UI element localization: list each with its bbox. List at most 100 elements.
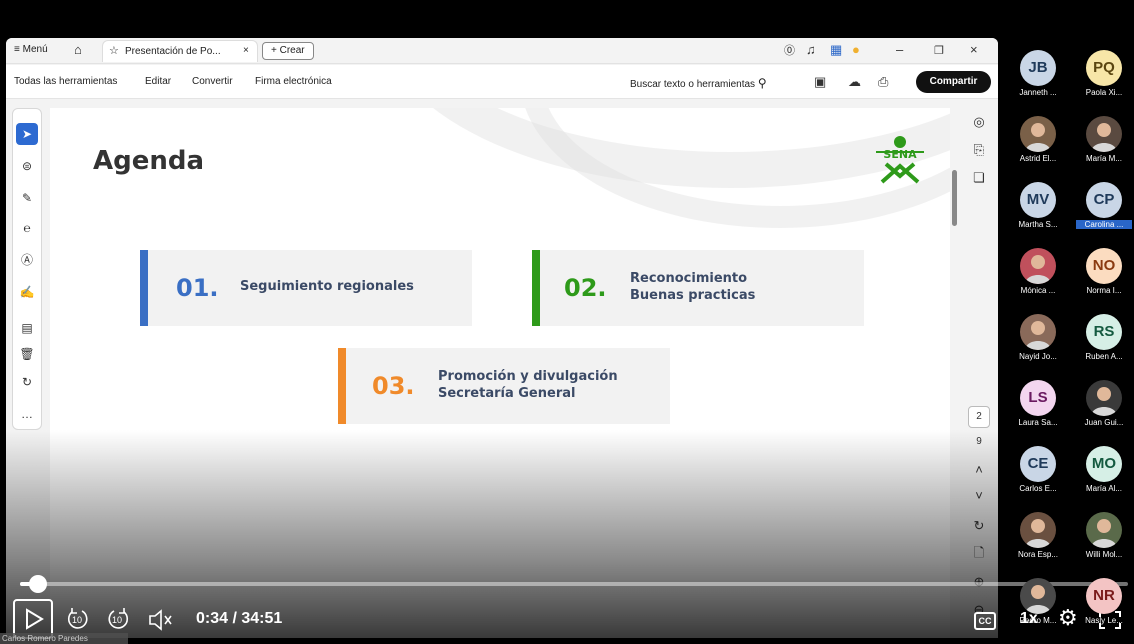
signature-icon[interactable]: ✍ <box>16 281 38 303</box>
page-up-icon[interactable]: ˄ <box>968 462 990 477</box>
participant-photo <box>1020 248 1056 284</box>
menu-button[interactable]: ≡ Menú <box>14 44 48 55</box>
minimize-icon[interactable]: – <box>896 42 903 57</box>
lasso-icon[interactable]: ℮ <box>16 217 38 239</box>
select-cursor-icon[interactable]: ➤ <box>16 123 38 145</box>
participant-tile[interactable]: Willi Mol... <box>1076 508 1132 568</box>
participant-name: Carolina ... <box>1076 220 1132 229</box>
mute-button[interactable] <box>146 607 174 633</box>
participant-name: Paola Xi... <box>1085 88 1123 97</box>
rewind-seconds: 10 <box>72 615 83 625</box>
tab-close-icon[interactable]: × <box>243 45 249 56</box>
current-page-box[interactable]: 2 <box>968 406 990 428</box>
edit-menu[interactable]: Editar <box>145 76 171 87</box>
agenda-item-number: 02. <box>564 274 607 302</box>
close-icon[interactable]: × <box>970 42 978 57</box>
share-button[interactable]: Compartir <box>916 71 991 93</box>
participant-photo <box>1086 116 1122 152</box>
participant-tile[interactable]: JB Janneth ... <box>1010 46 1066 106</box>
upload-cloud-icon[interactable]: ☁ <box>848 74 861 90</box>
search-tools-button[interactable]: Buscar texto o herramientas ⚲ <box>630 76 767 90</box>
rotate-icon[interactable]: ↻ <box>16 371 38 393</box>
bell-icon[interactable]: ♫ <box>806 42 816 57</box>
participant-tile[interactable]: María M... <box>1076 112 1132 172</box>
document-tab[interactable]: ☆ Presentación de Po... × <box>102 40 258 62</box>
participant-name: Astrid El... <box>1019 154 1057 163</box>
all-tools-menu[interactable]: Todas las herramientas <box>14 76 117 87</box>
participant-tile[interactable]: CP Carolina ... <box>1076 178 1132 238</box>
refresh-icon[interactable]: ↻ <box>968 518 990 534</box>
agenda-item-text: Promoción y divulgación Secretaría Genera… <box>438 368 618 402</box>
participant-name: Nasly Le... <box>1085 616 1123 625</box>
comment-icon[interactable]: ⊜ <box>16 155 38 177</box>
star-icon[interactable]: ☆ <box>109 44 119 57</box>
participant-avatar: MV <box>1020 182 1056 218</box>
pages-icon[interactable]: ❏ <box>968 170 990 186</box>
agenda-item-accent <box>338 348 346 424</box>
menu-label: Menú <box>22 44 48 55</box>
forward-seconds: 10 <box>112 615 123 625</box>
help-icon[interactable]: ⓪ <box>784 42 795 58</box>
captions-button[interactable]: CC <box>974 612 996 630</box>
participant-tile[interactable]: NR Nasly Le... <box>1076 574 1132 634</box>
comments-icon[interactable]: ⎘ <box>968 142 990 158</box>
forward-10-button[interactable]: 10 <box>104 606 132 634</box>
participant-photo <box>1020 578 1056 614</box>
agenda-item-line1: Promoción y divulgación <box>438 369 618 384</box>
ai-assistant-icon[interactable]: ◎ <box>968 114 990 130</box>
participant-photo <box>1086 512 1122 548</box>
progress-bar[interactable] <box>20 575 1128 593</box>
vertical-scrollbar[interactable] <box>952 170 957 226</box>
form-icon[interactable]: ▤ <box>16 317 38 339</box>
participant-name: Martha S... <box>1018 220 1058 229</box>
agenda-item-3: 03. Promoción y divulgación Secretaría Ge… <box>338 348 670 424</box>
pen-icon[interactable]: ✎ <box>16 187 38 209</box>
progress-scrubber[interactable] <box>29 575 48 593</box>
participant-tile[interactable]: CE Carlos E... <box>1010 442 1066 502</box>
text-box-icon[interactable]: Ⓐ <box>16 249 38 271</box>
participant-tile[interactable]: Mónica ... <box>1010 244 1066 304</box>
participant-avatar: NO <box>1086 248 1122 284</box>
profile-icon[interactable]: ● <box>852 42 860 57</box>
participant-tile[interactable]: Pedro M... <box>1010 574 1066 634</box>
participant-tile[interactable]: RS Ruben A... <box>1076 310 1132 370</box>
create-button[interactable]: + Crear <box>262 42 314 60</box>
participant-avatar: PQ <box>1086 50 1122 86</box>
tab-label: Presentación de Po... <box>125 46 221 57</box>
muted-speaker-icon <box>149 609 172 631</box>
participant-tile[interactable]: PQ Paola Xi... <box>1076 46 1132 106</box>
playback-time: 0:34 / 34:51 <box>196 610 283 627</box>
agenda-item-text: Seguimiento regionales <box>240 279 414 294</box>
participant-tile[interactable]: NO Norma I... <box>1076 244 1132 304</box>
home-icon[interactable]: ⌂ <box>74 42 82 57</box>
agenda-item-number: 01. <box>176 274 219 302</box>
participant-name: Juan Gui... <box>1084 418 1124 427</box>
sena-logo: SENA <box>876 136 924 184</box>
participant-tile[interactable]: Nayid Jo... <box>1010 310 1066 370</box>
participant-avatar: LS <box>1020 380 1056 416</box>
file-icon[interactable]: 🗋 <box>968 544 990 566</box>
participant-name: Carlos E... <box>1019 484 1057 493</box>
trash-icon[interactable]: 🗑 <box>16 343 38 365</box>
participant-avatar: CE <box>1020 446 1056 482</box>
page-down-icon[interactable]: ˅ <box>968 488 990 503</box>
more-icon[interactable]: … <box>16 403 38 425</box>
save-icon[interactable]: ▣ <box>814 74 826 90</box>
print-icon[interactable]: ⎙ <box>878 74 888 90</box>
participant-tile[interactable]: Nora Esp... <box>1010 508 1066 568</box>
search-label: Buscar texto o herramientas <box>630 79 756 90</box>
tools-bar: Todas las herramientas Editar Convertir … <box>6 65 998 99</box>
convert-menu[interactable]: Convertir <box>192 76 233 87</box>
participant-avatar: JB <box>1020 50 1056 86</box>
esign-menu[interactable]: Firma electrónica <box>255 76 332 87</box>
participant-tile[interactable]: Astrid El... <box>1010 112 1066 172</box>
slide-title: Agenda <box>93 146 205 176</box>
participant-tile[interactable]: LS Laura Sa... <box>1010 376 1066 436</box>
participant-name: Norma I... <box>1086 286 1122 295</box>
apps-icon[interactable]: ▦ <box>830 42 842 58</box>
participant-tile[interactable]: MO María Al... <box>1076 442 1132 502</box>
participant-tile[interactable]: Juan Gui... <box>1076 376 1132 436</box>
restore-icon[interactable]: ❐ <box>934 44 944 57</box>
rewind-10-button[interactable]: 10 <box>64 606 92 634</box>
participant-tile[interactable]: MV Martha S... <box>1010 178 1066 238</box>
